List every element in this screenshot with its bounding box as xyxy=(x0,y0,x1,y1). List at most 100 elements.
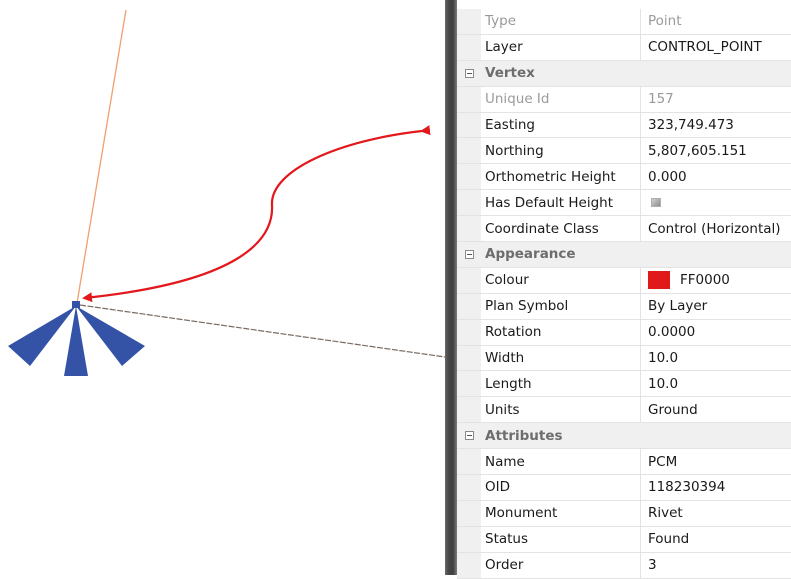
row-gutter xyxy=(457,345,481,371)
property-value-text: FF0000 xyxy=(680,272,730,289)
property-name: Layer xyxy=(481,34,641,60)
property-value-text: 10.0 xyxy=(648,375,679,392)
category-vertex[interactable]: Vertex xyxy=(457,60,791,87)
property-value-text: By Layer xyxy=(648,298,708,315)
collapse-icon[interactable] xyxy=(464,431,474,441)
property-row-colour[interactable]: Colour FF0000 xyxy=(457,267,791,294)
property-row-coordinate-class[interactable]: Coordinate Class Control (Horizontal) xyxy=(457,216,791,243)
colour-swatch-icon[interactable] xyxy=(648,271,670,290)
property-row-plan-symbol[interactable]: Plan Symbol By Layer xyxy=(457,293,791,320)
property-value-text: 5,807,605.151 xyxy=(648,142,747,159)
row-gutter xyxy=(457,475,481,500)
property-name: Has Default Height xyxy=(481,190,641,216)
property-value[interactable] xyxy=(641,190,791,215)
property-value[interactable]: FF0000 xyxy=(641,268,791,293)
property-value: Point xyxy=(641,9,791,34)
property-value-text: 118230394 xyxy=(648,479,726,496)
property-name: Type xyxy=(481,9,641,34)
row-gutter xyxy=(457,164,481,190)
symbol-center-marker xyxy=(72,301,80,308)
property-name: Colour xyxy=(481,267,641,293)
property-value[interactable]: Control (Horizontal) xyxy=(641,216,791,241)
property-value[interactable]: CONTROL_POINT xyxy=(641,35,791,60)
property-row-width[interactable]: Width 10.0 xyxy=(457,345,791,372)
property-value-text: Ground xyxy=(648,401,698,418)
row-gutter xyxy=(457,190,481,216)
property-value[interactable]: 10.0 xyxy=(641,371,791,396)
property-row-length[interactable]: Length 10.0 xyxy=(457,371,791,398)
property-row-easting[interactable]: Easting 323,749.473 xyxy=(457,112,791,139)
row-gutter[interactable] xyxy=(457,242,481,267)
property-value[interactable]: PCM xyxy=(641,449,791,474)
property-value-text: Control (Horizontal) xyxy=(648,220,781,237)
category-appearance[interactable]: Appearance xyxy=(457,242,791,268)
row-gutter[interactable] xyxy=(457,423,481,449)
annotation-arrow xyxy=(82,125,431,303)
property-row-oid[interactable]: OID 118230394 xyxy=(457,475,791,501)
property-value-text: Found xyxy=(648,531,690,548)
property-value[interactable]: 0.0000 xyxy=(641,320,791,345)
collapse-icon[interactable] xyxy=(464,68,474,78)
row-gutter xyxy=(457,500,481,526)
row-gutter xyxy=(457,552,481,578)
property-row-rotation[interactable]: Rotation 0.0000 xyxy=(457,319,791,346)
property-row-units[interactable]: Units Ground xyxy=(457,397,791,424)
checkbox-icon[interactable] xyxy=(651,198,661,208)
drawing-surface[interactable] xyxy=(0,0,445,575)
property-row-layer[interactable]: Layer CONTROL_POINT xyxy=(457,34,791,61)
orange-linework[interactable] xyxy=(76,9,127,304)
property-value-text: 323,749.473 xyxy=(648,117,734,133)
property-name: Northing xyxy=(481,138,641,164)
property-name: Easting xyxy=(481,112,641,138)
property-value[interactable]: 5,807,605.151 xyxy=(641,138,791,163)
property-value[interactable]: 10.0 xyxy=(641,346,791,371)
property-value: 157 xyxy=(641,87,791,112)
row-gutter xyxy=(457,112,481,138)
property-value-text: 0.0000 xyxy=(648,324,696,341)
row-gutter xyxy=(457,397,481,423)
property-name: Status xyxy=(481,526,641,552)
property-name: Coordinate Class xyxy=(481,216,641,242)
property-row-monument[interactable]: Monument Rivet xyxy=(457,500,791,527)
property-row-northing[interactable]: Northing 5,807,605.151 xyxy=(457,138,791,165)
property-value[interactable]: 3 xyxy=(641,553,791,578)
row-gutter[interactable] xyxy=(457,60,481,86)
property-name: OID xyxy=(481,475,641,500)
row-gutter xyxy=(457,449,481,475)
property-value-text: 157 xyxy=(648,91,674,108)
row-gutter xyxy=(457,138,481,164)
property-value[interactable]: Ground xyxy=(641,397,791,422)
property-row-unique-id[interactable]: Unique Id 157 xyxy=(457,86,791,113)
row-gutter xyxy=(457,34,481,60)
property-name: Plan Symbol xyxy=(481,293,641,319)
property-value[interactable]: Rivet xyxy=(641,501,791,526)
category-label: Appearance xyxy=(485,246,576,263)
property-name: Units xyxy=(481,397,641,423)
row-gutter xyxy=(457,86,481,112)
property-value[interactable]: 0.000 xyxy=(641,164,791,189)
property-row-has-default-height[interactable]: Has Default Height xyxy=(457,190,791,217)
property-name: Length xyxy=(481,371,641,397)
symbol-right-wedge xyxy=(76,306,145,366)
property-value[interactable]: Found xyxy=(641,527,791,552)
row-gutter xyxy=(457,319,481,345)
property-row-type[interactable]: Type Point xyxy=(457,9,791,35)
property-name: Name xyxy=(481,449,641,475)
property-row-name[interactable]: Name PCM xyxy=(457,449,791,476)
property-value[interactable]: 118230394 xyxy=(641,475,791,500)
property-value-text: PCM xyxy=(648,453,678,470)
property-row-status[interactable]: Status Found xyxy=(457,526,791,553)
panel-splitter[interactable] xyxy=(445,0,457,575)
control-point-symbol[interactable] xyxy=(8,301,145,376)
property-value-text: CONTROL_POINT xyxy=(648,39,762,56)
property-value[interactable]: 323,749.473 xyxy=(641,113,791,138)
drawing-canvas[interactable] xyxy=(0,0,445,575)
property-row-orthometric-height[interactable]: Orthometric Height 0.000 xyxy=(457,164,791,191)
property-value[interactable]: By Layer xyxy=(641,294,791,319)
property-name: Orthometric Height xyxy=(481,164,641,190)
row-gutter xyxy=(457,267,481,293)
property-name: Rotation xyxy=(481,319,641,345)
property-name: Order xyxy=(481,552,641,578)
collapse-icon[interactable] xyxy=(464,249,474,259)
category-attributes[interactable]: Attributes xyxy=(457,423,791,450)
